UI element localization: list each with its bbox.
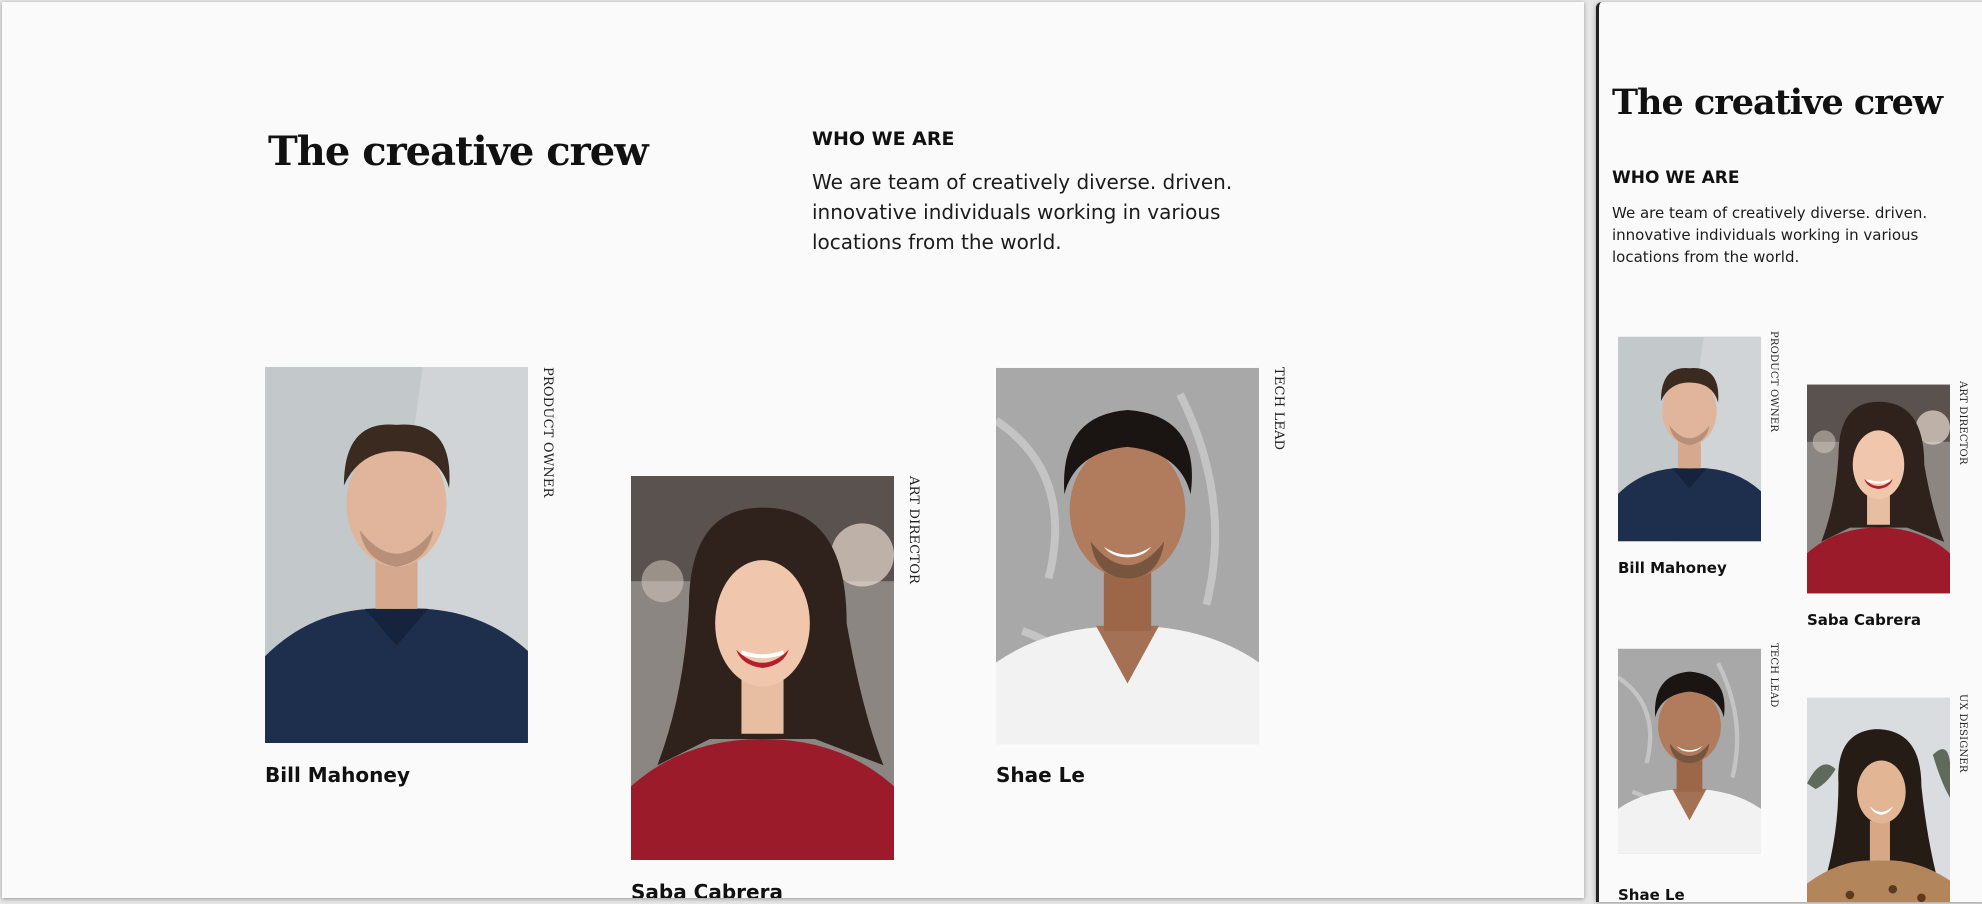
member-name: Shae Le [1618,886,1685,902]
page-title: The creative crew [268,128,649,175]
member-name: Saba Cabrera [1807,611,1921,629]
member-role: ART DIRECTOR [906,476,921,585]
member-role: TECH LEAD [1768,643,1779,708]
portrait-image [1618,331,1761,547]
section-description: We are team of creatively diverse. drive… [1612,204,1928,266]
section-kicker: WHO WE ARE [812,128,955,150]
portrait-image [1807,381,1950,597]
member-photo [265,367,528,743]
member-role: ART DIRECTOR [1957,381,1968,465]
member-photo [631,476,894,860]
member-role: PRODUCT OWNER [540,367,555,498]
member-name: Shae Le [996,763,1085,787]
portrait-image [265,367,528,743]
portrait-image [1618,643,1761,859]
portrait-image [996,367,1259,745]
desktop-preview: The creative crew WHO WE ARE We are team… [2,2,1584,898]
portrait-image [631,476,894,860]
member-photo [1618,331,1761,547]
member-role: PRODUCT OWNER [1768,331,1779,433]
member-photo [996,367,1259,745]
member-photo [1807,694,1950,902]
member-role: TECH LEAD [1271,367,1286,451]
section-description: We are team of creatively diverse. drive… [812,170,1233,254]
member-name: Bill Mahoney [265,763,410,787]
member-photo [1618,643,1761,859]
member-photo [1807,381,1950,597]
member-name: Bill Mahoney [1618,559,1727,577]
section-kicker: WHO WE ARE [1612,168,1740,188]
member-role: UX DESIGNER [1957,694,1968,773]
portrait-image [1807,694,1950,902]
page-title: The creative crew [1612,82,1943,123]
member-name: Saba Cabrera [631,880,783,898]
mobile-preview: The creative crew WHO WE ARE We are team… [1596,2,1982,902]
